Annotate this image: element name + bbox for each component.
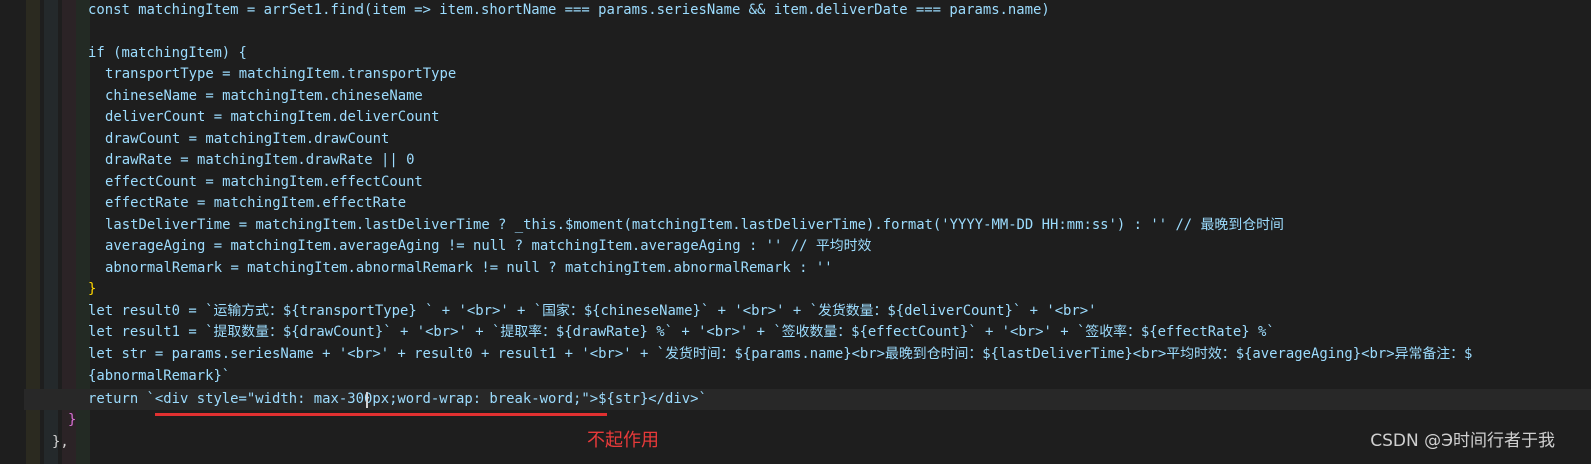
code-line[interactable]: } (88, 279, 96, 300)
code-text: let result0 = `运输方式：${transportType} ` +… (88, 303, 1097, 319)
code-line[interactable]: } (68, 410, 76, 431)
annotation-label: 不起作用 (587, 430, 659, 451)
code-text: deliverCount = matchingItem.deliverCount (105, 109, 440, 125)
code-text: const matchingItem = arrSet1.find(item =… (88, 2, 1050, 18)
code-line[interactable]: chineseName = matchingItem.chineseName (105, 86, 423, 107)
code-line[interactable]: effectCount = matchingItem.effectCount (105, 172, 423, 193)
code-line[interactable]: effectRate = matchingItem.effectRate (105, 193, 406, 214)
code-line[interactable]: transportType = matchingItem.transportTy… (105, 64, 456, 85)
code-text: {abnormalRemark}` (88, 368, 231, 384)
code-text: drawCount = matchingItem.drawCount (105, 131, 390, 147)
code-text: effectCount = matchingItem.effectCount (105, 174, 423, 190)
text-cursor (366, 392, 368, 408)
code-text: let result1 = `提取数量：${drawCount}` + '<br… (88, 324, 1275, 340)
code-text: if (matchingItem) { (88, 45, 247, 61)
code-line[interactable]: if (matchingItem) { (88, 43, 247, 64)
code-line[interactable]: const matchingItem = arrSet1.find(item =… (88, 0, 1050, 21)
code-line[interactable]: let str = params.seriesName + '<br>' + r… (88, 344, 1472, 365)
code-text: let str = params.seriesName + '<br>' + r… (88, 346, 1473, 362)
code-text: effectRate = matchingItem.effectRate (105, 195, 407, 211)
red-underline-annotation (155, 413, 607, 416)
code-text: } (68, 412, 77, 428)
code-line[interactable]: averageAging = matchingItem.averageAging… (105, 236, 871, 257)
editor-gutter (0, 0, 24, 464)
code-text: chineseName = matchingItem.chineseName (105, 88, 423, 104)
code-text: return `<div style="width: max-300px;wor… (88, 391, 707, 407)
code-line[interactable]: deliverCount = matchingItem.deliverCount (105, 107, 440, 128)
code-text: abnormalRemark = matchingItem.abnormalRe… (105, 260, 833, 276)
code-line[interactable]: let result1 = `提取数量：${drawCount}` + '<br… (88, 322, 1275, 343)
code-line[interactable]: lastDeliverTime = matchingItem.lastDeliv… (105, 215, 1284, 236)
code-text: lastDeliverTime = matchingItem.lastDeliv… (105, 217, 1284, 233)
code-text: } (88, 281, 97, 297)
code-line[interactable]: abnormalRemark = matchingItem.abnormalRe… (105, 258, 833, 279)
code-text: }, (52, 434, 69, 450)
code-text: transportType = matchingItem.transportTy… (105, 66, 457, 82)
watermark: CSDN @Э时间行者于我 (1370, 431, 1555, 451)
code-text: averageAging = matchingItem.averageAging… (105, 238, 872, 254)
code-line[interactable]: drawRate = matchingItem.drawRate || 0 (105, 150, 414, 171)
code-line[interactable]: drawCount = matchingItem.drawCount (105, 129, 389, 150)
code-line[interactable]: let result0 = `运输方式：${transportType} ` +… (88, 301, 1097, 322)
code-line[interactable]: {abnormalRemark}` (88, 366, 230, 387)
code-line[interactable]: return `<div style="width: max-300px;wor… (88, 389, 707, 410)
code-text: drawRate = matchingItem.drawRate || 0 (105, 152, 415, 168)
code-line[interactable]: }, (52, 432, 69, 453)
